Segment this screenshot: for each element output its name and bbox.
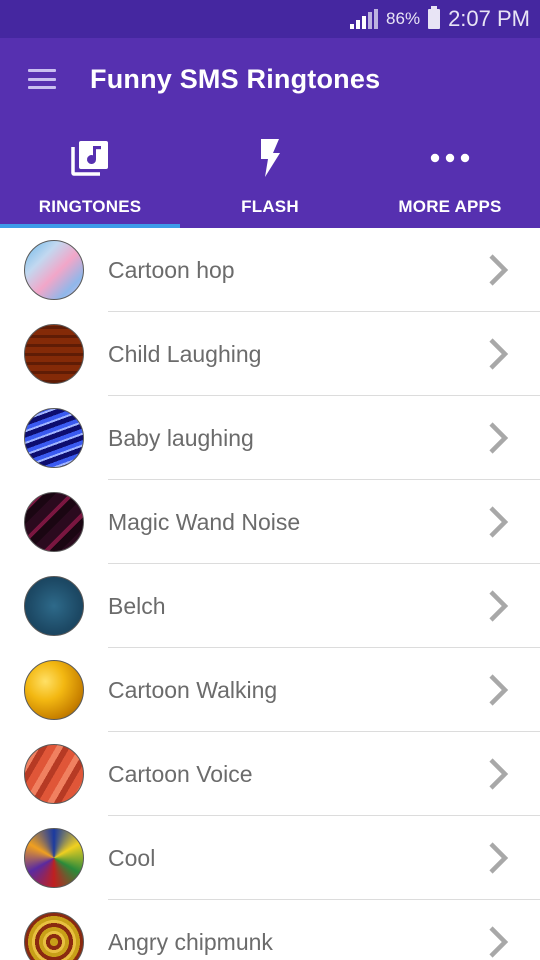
list-item[interactable]: Cartoon Walking: [0, 648, 540, 732]
chevron-right-icon: [486, 505, 510, 539]
ringtone-thumbnail: [24, 324, 84, 384]
battery-percent: 86%: [386, 9, 421, 28]
chevron-right-icon: [486, 253, 510, 287]
ringtone-thumbnail: [24, 744, 84, 804]
ringtone-name: Cartoon Walking: [108, 676, 278, 703]
chevron-right-icon: [486, 337, 510, 371]
ringtone-name: Cartoon hop: [108, 256, 235, 283]
tab-label: FLASH: [241, 197, 299, 216]
ringtone-name: Child Laughing: [108, 340, 262, 367]
page-title: Funny SMS Ringtones: [90, 63, 381, 94]
list-item[interactable]: Baby laughing: [0, 396, 540, 480]
ringtone-name: Belch: [108, 592, 166, 619]
clock: 2:07 PM: [448, 6, 530, 31]
list-item[interactable]: Cool: [0, 816, 540, 900]
flash-icon: [258, 138, 282, 178]
battery-icon: [428, 6, 441, 29]
ringtone-thumbnail: [24, 492, 84, 552]
list-item[interactable]: Cartoon Voice: [0, 732, 540, 816]
tab-bar: RINGTONES FLASH MORE APPS: [0, 120, 540, 228]
app-bar: Funny SMS Ringtones: [0, 38, 540, 120]
tab-more-apps[interactable]: MORE APPS: [360, 120, 540, 228]
ringtone-name: Magic Wand Noise: [108, 508, 301, 535]
chevron-right-icon: [486, 673, 510, 707]
music-library-icon: [70, 138, 110, 178]
more-dots-icon: [430, 138, 470, 178]
list-item[interactable]: Magic Wand Noise: [0, 480, 540, 564]
ringtone-thumbnail: [24, 576, 84, 636]
chevron-right-icon: [486, 421, 510, 455]
list-item[interactable]: Angry chipmunk: [0, 900, 540, 960]
ringtone-name: Cartoon Voice: [108, 760, 253, 787]
signal-strength-icon: [350, 9, 379, 29]
chevron-right-icon: [486, 841, 510, 875]
ringtone-name: Cool: [108, 844, 156, 871]
tab-flash[interactable]: FLASH: [180, 120, 360, 228]
list-item[interactable]: Child Laughing: [0, 312, 540, 396]
ringtone-thumbnail: [24, 828, 84, 888]
ringtone-list: Cartoon hop Child Laughing Baby laughing…: [0, 228, 540, 960]
ringtone-thumbnail: [24, 660, 84, 720]
tab-ringtones[interactable]: RINGTONES: [0, 120, 180, 228]
ringtone-thumbnail: [24, 912, 84, 960]
chevron-right-icon: [486, 589, 510, 623]
list-item[interactable]: Cartoon hop: [0, 228, 540, 312]
hamburger-menu-icon[interactable]: [28, 69, 56, 89]
list-item[interactable]: Belch: [0, 564, 540, 648]
chevron-right-icon: [486, 757, 510, 791]
ringtone-thumbnail: [24, 240, 84, 300]
ringtone-thumbnail: [24, 408, 84, 468]
ringtone-name: Baby laughing: [108, 424, 254, 451]
status-bar: 86% 2:07 PM: [0, 0, 540, 38]
ringtone-name: Angry chipmunk: [108, 928, 273, 955]
chevron-right-icon: [486, 925, 510, 959]
tab-label: RINGTONES: [38, 197, 142, 216]
tab-label: MORE APPS: [398, 197, 502, 216]
